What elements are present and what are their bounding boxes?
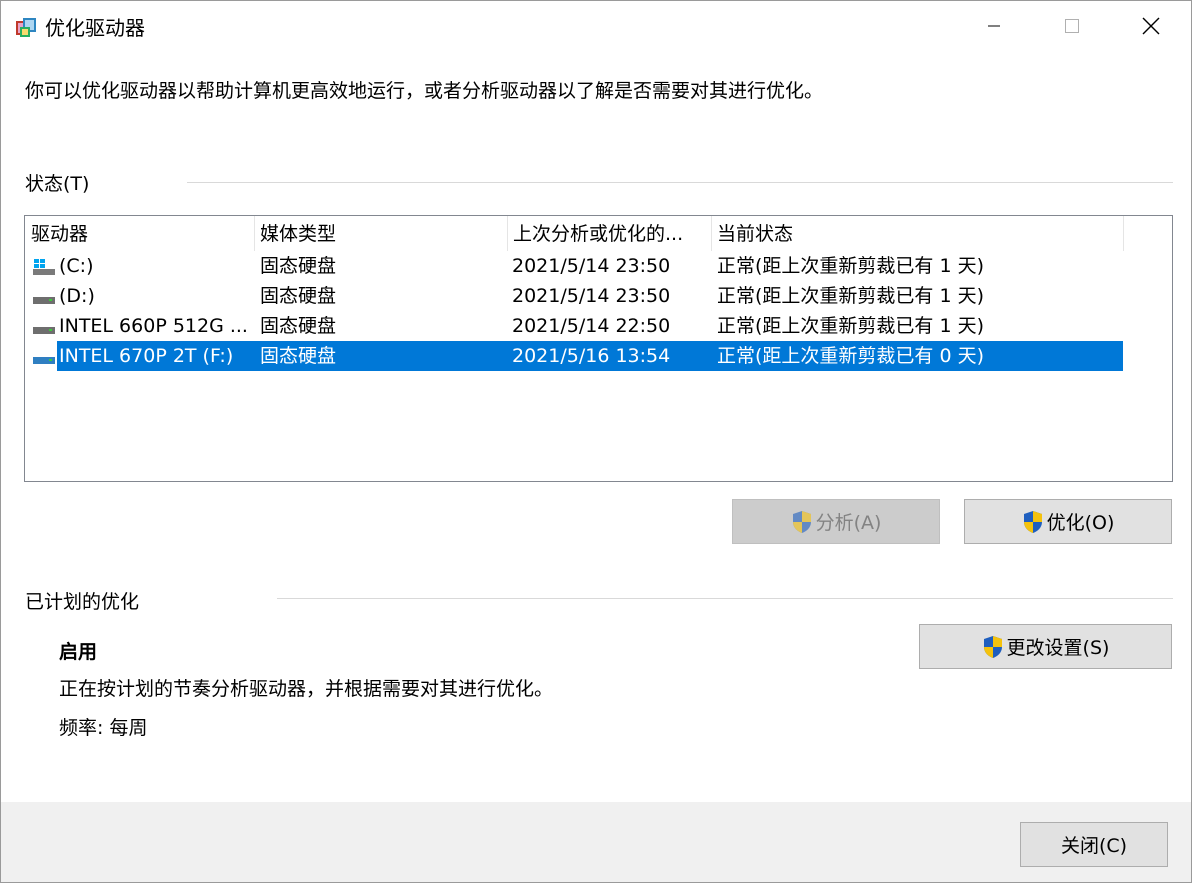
drive-list-header: 驱动器 媒体类型 上次分析或优化的... 当前状态 xyxy=(25,216,1172,251)
analyze-button-label: 分析(A) xyxy=(815,512,882,534)
schedule-frequency: 频率: 每周 xyxy=(59,717,148,739)
current-status: 正常(距上次重新剪裁已有 1 天) xyxy=(717,285,984,307)
last-run: 2021/5/14 23:50 xyxy=(512,285,671,307)
drive-icon xyxy=(33,327,55,334)
dialog-footer xyxy=(1,802,1191,882)
column-header-media-type[interactable]: 媒体类型 xyxy=(254,216,507,251)
drive-row-selected[interactable]: INTEL 670P 2T (F:) 固态硬盘 2021/5/16 13:54 … xyxy=(25,341,1123,371)
close-icon xyxy=(1142,17,1160,35)
column-header-current-status[interactable]: 当前状态 xyxy=(711,216,1123,251)
drive-icon xyxy=(33,357,55,364)
drive-row[interactable]: INTEL 660P 512G ... 固态硬盘 2021/5/14 22:50… xyxy=(25,311,1123,341)
uac-shield-icon xyxy=(792,510,811,533)
drive-icon xyxy=(33,297,55,304)
current-status: 正常(距上次重新剪裁已有 1 天) xyxy=(717,315,984,337)
last-run: 2021/5/14 22:50 xyxy=(512,315,671,337)
optimize-drives-window: 优化驱动器 你可以优化驱动器以帮助计算机更高效地运行，或者分析驱动器以了解是否需… xyxy=(0,0,1192,883)
column-header-drive[interactable]: 驱动器 xyxy=(25,216,254,251)
optimize-button-label: 优化(O) xyxy=(1046,512,1115,534)
schedule-status: 启用 xyxy=(59,641,98,663)
scheduled-section-divider xyxy=(277,598,1173,599)
optimize-button[interactable]: 优化(O) xyxy=(964,499,1172,544)
uac-shield-icon xyxy=(983,635,1002,658)
change-settings-button-label: 更改设置(S) xyxy=(1006,637,1110,659)
column-header-last-run[interactable]: 上次分析或优化的... xyxy=(507,216,711,251)
media-type: 固态硬盘 xyxy=(260,285,337,307)
minimize-button[interactable] xyxy=(954,1,1034,51)
close-button-label: 关闭(C) xyxy=(1060,835,1128,857)
status-section-divider xyxy=(187,182,1173,183)
window-title: 优化驱动器 xyxy=(45,16,145,40)
last-run: 2021/5/16 13:54 xyxy=(512,345,671,367)
drive-name: INTEL 660P 512G ... xyxy=(59,315,248,337)
scheduled-section-label: 已计划的优化 xyxy=(25,591,140,613)
change-settings-button[interactable]: 更改设置(S) xyxy=(919,624,1172,669)
schedule-description: 正在按计划的节奏分析驱动器，并根据需要对其进行优化。 xyxy=(59,678,554,700)
drive-list[interactable]: 驱动器 媒体类型 上次分析或优化的... 当前状态 (C:) 固态硬盘 2021… xyxy=(24,215,1173,482)
media-type: 固态硬盘 xyxy=(260,255,337,277)
drive-row[interactable]: (D:) 固态硬盘 2021/5/14 23:50 正常(距上次重新剪裁已有 1… xyxy=(25,281,1123,311)
drive-row[interactable]: (C:) 固态硬盘 2021/5/14 23:50 正常(距上次重新剪裁已有 1… xyxy=(25,251,1123,281)
last-run: 2021/5/14 23:50 xyxy=(512,255,671,277)
current-status: 正常(距上次重新剪裁已有 1 天) xyxy=(717,255,984,277)
maximize-icon xyxy=(1065,19,1079,33)
windows-drive-icon xyxy=(33,259,55,275)
analyze-button[interactable]: 分析(A) xyxy=(732,499,940,544)
current-status: 正常(距上次重新剪裁已有 0 天) xyxy=(717,345,984,367)
drive-name: (D:) xyxy=(59,285,95,307)
close-button[interactable]: 关闭(C) xyxy=(1020,822,1168,867)
window-description: 你可以优化驱动器以帮助计算机更高效地运行，或者分析驱动器以了解是否需要对其进行优… xyxy=(25,80,824,102)
status-section-label: 状态(T) xyxy=(25,173,90,195)
uac-shield-icon xyxy=(1023,510,1042,533)
media-type: 固态硬盘 xyxy=(260,345,337,367)
column-divider[interactable] xyxy=(1123,216,1124,251)
maximize-button[interactable] xyxy=(1032,1,1112,51)
drive-name: INTEL 670P 2T (F:) xyxy=(59,345,234,367)
defrag-app-icon xyxy=(16,18,36,37)
minimize-icon xyxy=(988,25,1000,27)
title-bar[interactable]: 优化驱动器 xyxy=(1,1,1191,51)
close-window-button[interactable] xyxy=(1111,1,1191,51)
drive-name: (C:) xyxy=(59,255,94,277)
media-type: 固态硬盘 xyxy=(260,315,337,337)
